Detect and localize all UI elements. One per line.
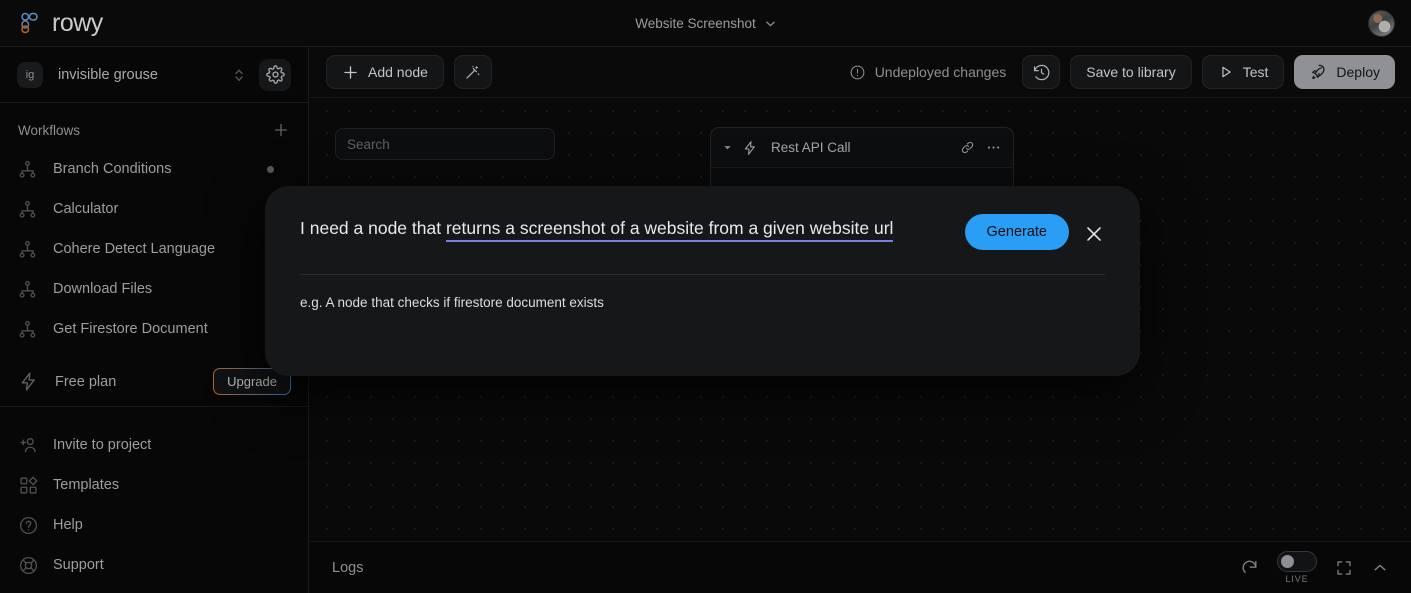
sidebar-item-branch-conditions[interactable]: Branch Conditions [0, 149, 308, 189]
gear-icon[interactable] [259, 58, 291, 91]
hierarchy-icon [18, 240, 37, 259]
person-add-icon [18, 435, 39, 456]
rocket-icon [1309, 63, 1327, 81]
sidebar-item-label: Calculator [53, 201, 119, 217]
hierarchy-icon [18, 320, 37, 339]
deploy-label: Deploy [1336, 64, 1380, 80]
history-button[interactable] [1022, 55, 1061, 89]
sidebar-item-label: Download Files [53, 281, 153, 297]
live-label: LIVE [1285, 574, 1309, 584]
sidebar-item-label: Templates [53, 477, 120, 493]
search-placeholder: Search [347, 136, 390, 152]
sidebar-item-label: Branch Conditions [53, 161, 172, 177]
node-header: Rest API Call [711, 128, 1013, 168]
play-triangle-icon [1218, 64, 1234, 80]
sidebar-item-get-firestore-document[interactable]: Get Firestore Document [0, 309, 308, 349]
sidebar-bottom-nav: Invite to project Templates Help Support [0, 425, 309, 593]
sidebar-item-label: Support [53, 557, 104, 573]
document-title-selector[interactable]: Website Screenshot [576, 16, 836, 31]
link-chain-icon[interactable] [959, 139, 976, 156]
live-toggle-wrap: LIVE [1277, 551, 1317, 584]
lightning-bolt-icon [742, 140, 758, 156]
sidebar-item-calculator[interactable]: Calculator [0, 189, 308, 229]
more-horizontal-icon[interactable] [985, 139, 1002, 156]
sidebar-item-label: Help [53, 517, 83, 533]
question-circle-icon [18, 515, 39, 536]
hierarchy-icon [18, 280, 37, 299]
fullscreen-icon[interactable] [1335, 559, 1353, 577]
templates-grid-icon [18, 475, 39, 496]
prompt-line: I need a node that returns a screenshot … [300, 214, 943, 243]
plan-row: Free plan Upgrade [0, 357, 309, 407]
dialog-hint: e.g. A node that checks if firestore doc… [300, 295, 604, 310]
magic-wand-icon [463, 63, 482, 82]
add-node-label: Add node [368, 64, 428, 80]
hierarchy-icon [18, 200, 37, 219]
sidebar-item-help[interactable]: Help [0, 505, 309, 545]
workflows-label: Workflows [18, 122, 81, 138]
sort-chevrons-icon[interactable] [231, 65, 247, 85]
prompt-area[interactable]: I need a node that returns a screenshot … [300, 214, 965, 243]
undeployed-changes-status: Undeployed changes [849, 64, 1007, 81]
generate-button[interactable]: Generate [964, 214, 1069, 250]
test-button[interactable]: Test [1201, 55, 1285, 89]
prompt-input[interactable]: returns a screenshot of a website from a… [445, 218, 894, 242]
page-title: Website Screenshot [635, 15, 756, 31]
sidebar-item-label: Get Firestore Document [53, 321, 208, 337]
avatar[interactable] [1368, 10, 1395, 37]
dialog-top-row: I need a node that returns a screenshot … [300, 214, 1105, 250]
sidebar-item-templates[interactable]: Templates [0, 465, 309, 505]
rowy-logo-icon [17, 10, 43, 36]
search-input[interactable]: Search [335, 128, 555, 160]
magic-generate-button[interactable] [453, 55, 492, 89]
canvas-toolbar: Add node Undeployed changes Save to libr… [310, 47, 1411, 98]
plus-icon[interactable] [272, 121, 290, 139]
plus-icon [342, 64, 359, 81]
workflow-list: Branch Conditions Calculator Cohere Dete… [0, 149, 308, 349]
logs-controls: LIVE [1240, 551, 1389, 584]
toggle-knob [1281, 555, 1294, 568]
workflows-section-header: Workflows [0, 103, 308, 149]
sidebar-item-invite-to-project[interactable]: Invite to project [0, 425, 309, 465]
sidebar-item-cohere-detect-language[interactable]: Cohere Detect Language [0, 229, 308, 269]
brand-logo[interactable]: rowy [0, 9, 103, 38]
test-label: Test [1242, 64, 1269, 80]
sidebar: ig invisible grouse Workflows Branch Con… [0, 47, 309, 593]
project-name: invisible grouse [58, 66, 158, 83]
add-node-button[interactable]: Add node [326, 55, 444, 89]
sidebar-item-download-files[interactable]: Download Files [0, 269, 308, 309]
sidebar-item-label: Cohere Detect Language [53, 241, 216, 257]
hierarchy-icon [18, 160, 37, 179]
project-avatar: ig [17, 61, 43, 88]
alert-circle-icon [849, 64, 866, 81]
status-badge: Undeployed changes [874, 64, 1007, 80]
ai-generate-dialog: I need a node that returns a screenshot … [265, 186, 1140, 376]
close-x-icon[interactable] [1083, 223, 1105, 245]
plan-label: Free plan [55, 373, 117, 390]
brand-name: rowy [52, 8, 103, 37]
live-toggle[interactable] [1277, 551, 1317, 572]
caret-down-icon[interactable] [722, 142, 733, 153]
unsaved-indicator-dot [267, 165, 274, 173]
sidebar-item-support[interactable]: Support [0, 545, 309, 585]
prompt-static-text: I need a node that [300, 218, 446, 238]
node-title: Rest API Call [771, 140, 851, 155]
history-clock-icon [1032, 63, 1051, 82]
dialog-divider [300, 274, 1105, 275]
refresh-icon[interactable] [1240, 558, 1259, 577]
logs-bar: Logs LIVE [310, 541, 1411, 593]
lifebuoy-icon [18, 555, 39, 576]
chevron-down-icon [765, 18, 776, 29]
sidebar-item-label: Invite to project [53, 437, 152, 453]
chevron-up-icon[interactable] [1371, 559, 1389, 577]
deploy-button[interactable]: Deploy [1294, 55, 1395, 89]
lightning-bolt-icon [18, 371, 39, 392]
project-selector[interactable]: ig invisible grouse [0, 47, 308, 103]
logs-label: Logs [332, 559, 364, 576]
save-to-library-button[interactable]: Save to library [1070, 55, 1192, 89]
app-root: rowy Website Screenshot ig invisible gro… [0, 0, 1411, 593]
top-header: rowy Website Screenshot [0, 0, 1411, 47]
